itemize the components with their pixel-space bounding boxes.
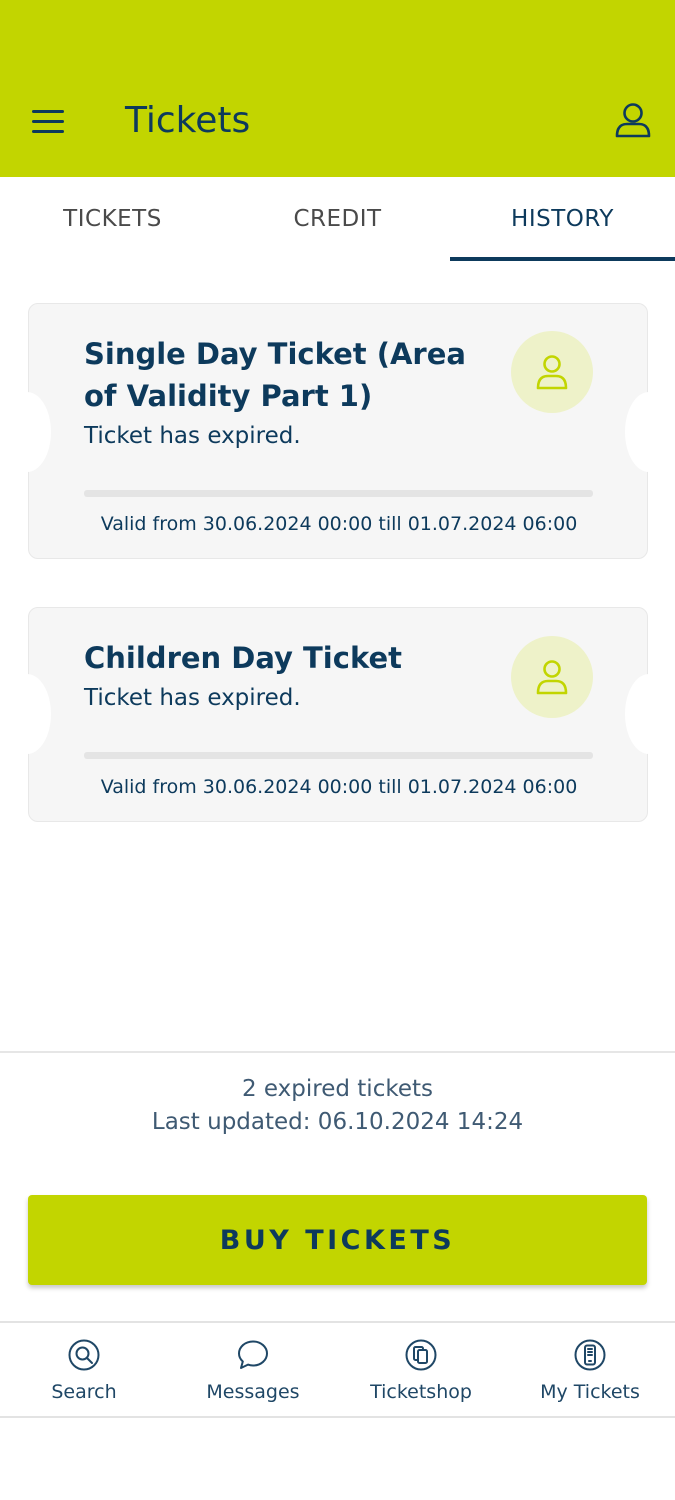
person-icon [511,636,593,718]
nav-ticketshop[interactable]: Ticketshop [337,1323,505,1418]
nav-messages[interactable]: Messages [169,1323,337,1418]
search-icon [68,1339,100,1371]
ticket-validity: Valid from 30.06.2024 00:00 till 01.07.2… [100,776,578,798]
ticket-validity: Valid from 30.06.2024 00:00 till 01.07.2… [100,513,578,535]
ticket-divider [84,490,593,497]
ticket-notch [3,392,51,472]
ticket-card[interactable]: Children Day Ticket Ticket has expired. … [3,607,673,822]
app-bar: Tickets [0,0,675,177]
nav-label: Ticketshop [370,1381,472,1403]
tab-bar: TICKETS CREDIT HISTORY [0,177,675,261]
ticket-notch [625,392,673,472]
hamburger-menu-icon[interactable] [30,104,70,140]
nav-search[interactable]: Search [0,1323,168,1418]
person-icon [511,331,593,413]
phone-ticket-icon [574,1339,606,1371]
ticket-divider [84,752,593,759]
last-updated-text: Last updated: 06.10.2024 14:24 [151,1109,524,1135]
ticket-notch [3,674,51,754]
tab-history[interactable]: HISTORY [450,177,675,261]
ticket-card[interactable]: Single Day Ticket (Area of Validity Part… [3,303,673,559]
tab-tickets[interactable]: TICKETS [0,177,225,261]
page-title: Tickets [125,100,251,141]
tab-credit[interactable]: CREDIT [225,177,450,261]
ticket-status: Ticket has expired. [84,685,301,711]
ticket-title: Children Day Ticket [84,641,402,675]
nav-label: My Tickets [540,1381,640,1403]
chat-bubble-icon [237,1339,269,1371]
ticket-title: Single Day Ticket (Area of Validity Part… [84,337,466,413]
user-icon[interactable] [612,100,654,142]
expired-count-text: 2 expired tickets [241,1076,433,1102]
nav-label: Messages [206,1381,300,1403]
nav-my-tickets[interactable]: My Tickets [506,1323,674,1418]
summary-divider [0,1051,675,1053]
nav-label: Search [51,1381,117,1403]
ticketshop-icon [405,1339,437,1371]
ticket-status: Ticket has expired. [84,423,301,449]
ticket-notch [625,674,673,754]
buy-tickets-button[interactable]: BUY TICKETS [28,1195,647,1285]
bottom-navigation: Search Messages Ticketshop My Tickets [0,1321,675,1418]
active-tab-indicator [450,257,675,261]
